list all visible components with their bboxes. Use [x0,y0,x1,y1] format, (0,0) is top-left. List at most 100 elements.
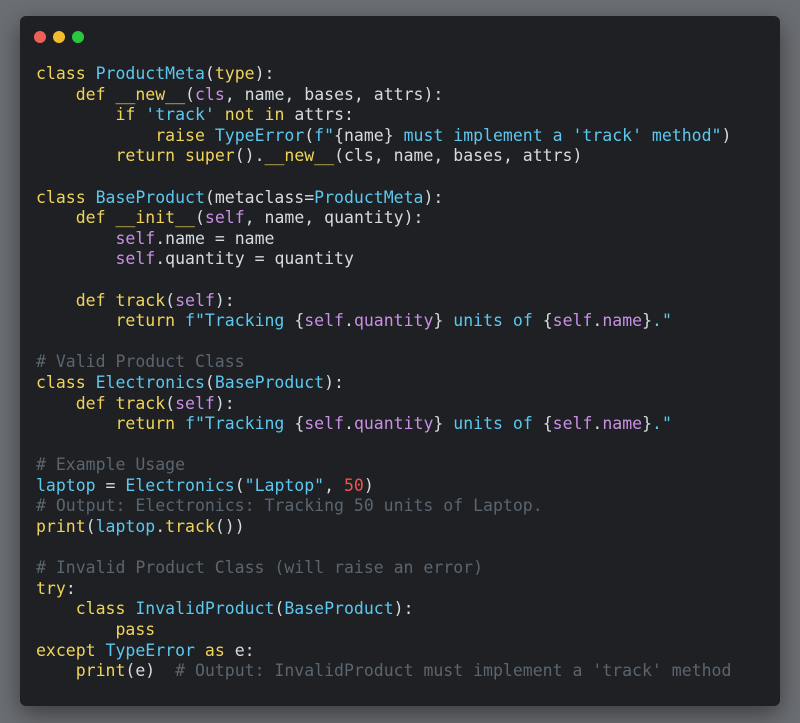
close-button[interactable] [34,31,46,43]
code-line: self.name = name [36,229,731,250]
code-line: def track(self): [36,394,731,415]
code-line: try: [36,579,731,600]
string-token: ." [652,311,672,331]
text-token: ( [185,84,195,104]
text-token: : [65,578,76,598]
text-token: ): [393,599,414,619]
self-token: self [552,414,593,434]
identifier-token: InvalidProduct [135,599,275,619]
comment-token: # Output: Electronics: Tracking 50 units… [36,496,543,516]
keyword-token: try [36,578,66,598]
text-token: . [592,311,603,331]
text-token: } [433,311,444,331]
function-token: print [75,661,126,681]
text-token: e: [224,640,255,660]
text-token: (metaclass= [204,187,315,207]
text-token: . [155,517,166,537]
self-token: quantity [353,311,434,331]
text-token: .quantity = quantity [155,249,354,269]
code-line: class ProductMeta(type): [36,64,731,85]
function-token: track [115,290,166,310]
code-line: except TypeError as e: [36,641,731,662]
self-token: self [175,393,215,413]
text-token: } [642,311,653,331]
text-token: ): [423,187,444,207]
code-line: # Example Usage [36,455,731,476]
text-token: ( [165,393,176,413]
code-line: laptop = Electronics("Laptop", 50) [36,476,731,497]
text-token: ( [85,517,96,537]
code-line: return f"Tracking {self.quantity} units … [36,311,731,332]
string-token: units of [443,414,543,434]
code-line: self.quantity = quantity [36,249,731,270]
maximize-button[interactable] [72,31,84,43]
code-line: return f"Tracking {self.quantity} units … [36,414,731,435]
self-token: self [304,311,344,331]
code-line: def __new__(cls, name, bases, attrs): [36,85,731,106]
identifier-token: ProductMeta [314,187,424,207]
comment-token: # Invalid Product Class (will raise an e… [36,558,484,578]
function-token: __init__ [115,208,195,228]
function-token: print [36,517,86,537]
identifier-token: BaseProduct [284,599,394,619]
keyword-token: class [36,64,86,83]
function-token: track [115,393,166,413]
text-token: { [294,311,305,331]
identifier-token: TypeError [105,640,195,660]
code-line: print(laptop.track()) [36,517,731,538]
self-token: self [115,228,156,248]
code-line: print(e) # Output: InvalidProduct must i… [36,661,732,682]
text-token: ) [363,475,374,495]
keyword-token: raise [155,125,205,145]
text-token: , name, bases, attrs): [224,84,444,104]
text-token: ( [204,64,215,83]
identifier-token: Electronics [95,372,205,392]
keyword-token: as [204,640,225,660]
code-line: def track(self): [36,291,731,312]
window-titlebar [20,16,780,56]
text-token: { [542,414,553,434]
keyword-token: def [75,84,106,104]
text-token: ( [304,125,315,145]
function-token: super [185,146,235,166]
identifier-token: TypeError [214,125,305,145]
string-token: units of [443,311,543,331]
string-token: must implement a 'track' method" [393,125,722,145]
text-token: ( [204,372,215,392]
keyword-token: type [214,64,255,83]
code-line: def __init__(self, name, quantity): [36,208,731,229]
text-token: ( [194,208,205,228]
text-token: = [95,475,126,495]
text-token: (e) [125,661,176,681]
text-token: . [344,311,354,331]
code-window: class ProductMeta(type): def __new__(cls… [20,16,780,706]
keyword-token: class [75,599,126,619]
function-token: track [165,517,215,537]
keyword-token: return [115,311,176,331]
keyword-token: return [115,146,176,166]
string-token: f"Tracking [185,311,295,331]
minimize-button[interactable] [53,31,65,43]
